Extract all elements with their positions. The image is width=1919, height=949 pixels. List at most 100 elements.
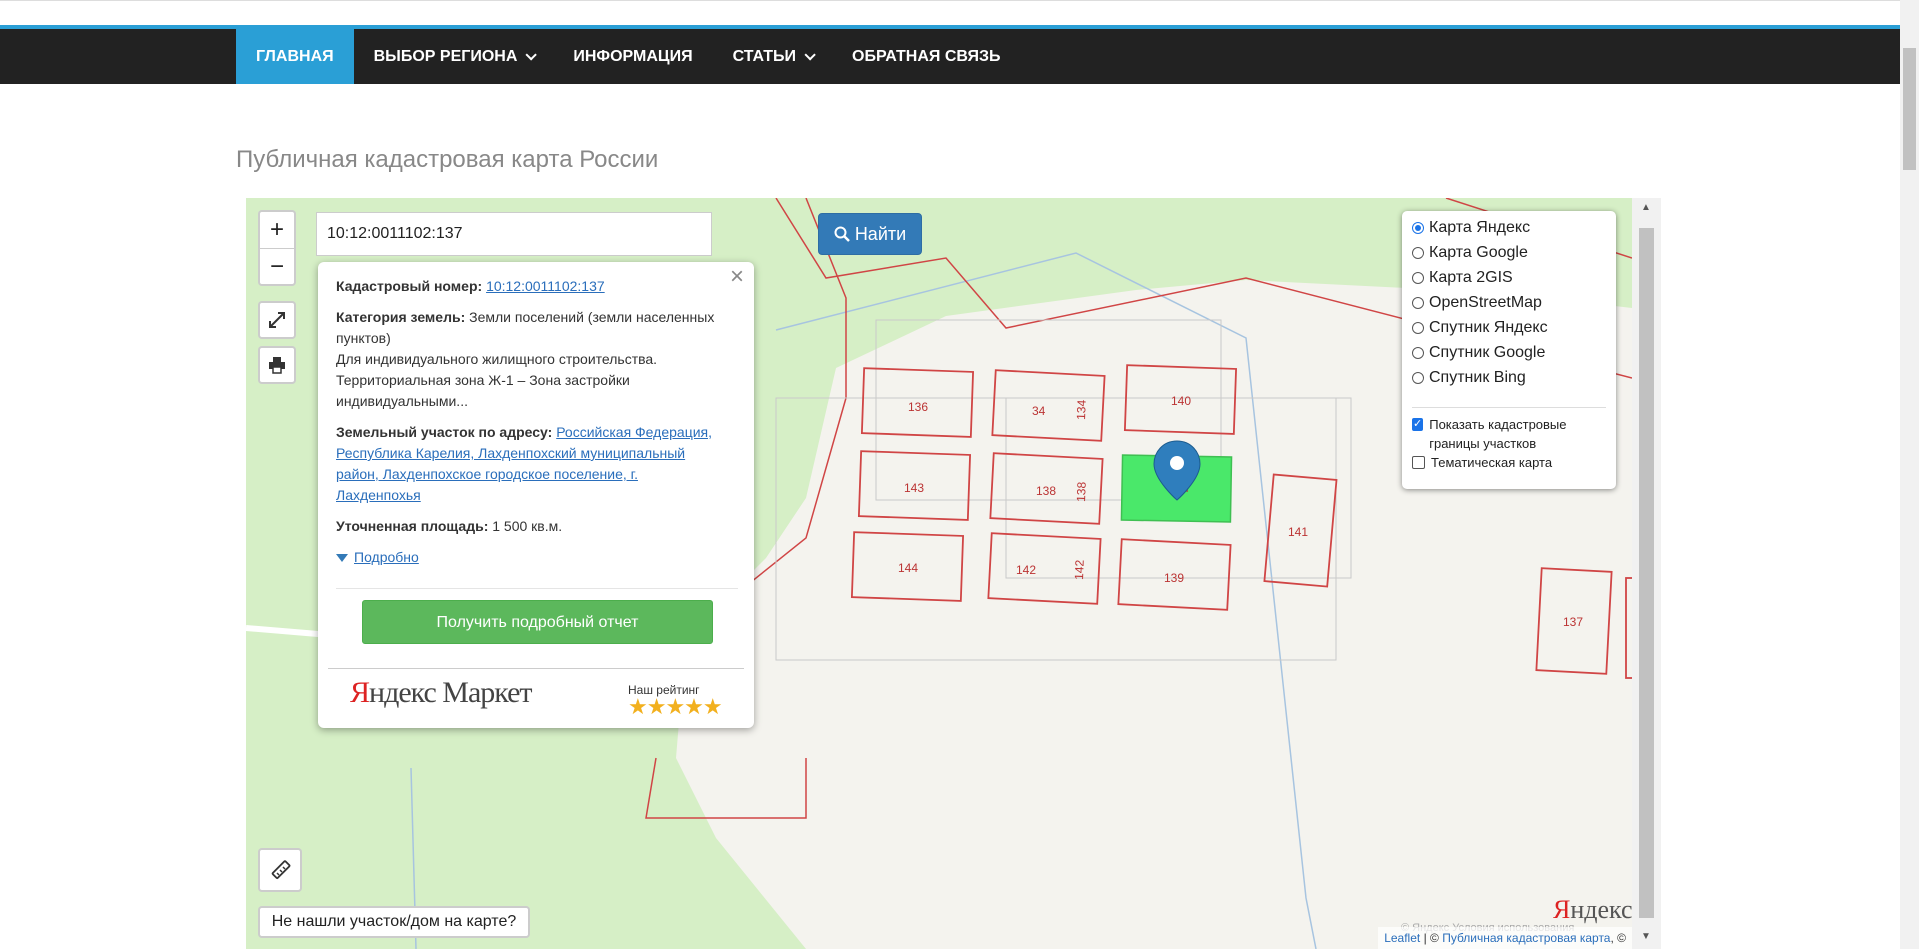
attribution-tail: , © (1610, 931, 1626, 945)
zoom-in-button[interactable]: + (260, 212, 294, 249)
radio-button[interactable] (1412, 222, 1424, 234)
radio-button[interactable] (1412, 322, 1424, 334)
zoom-control: + − (258, 210, 296, 286)
page-scrollbar[interactable] (1900, 0, 1919, 949)
address-label: Земельный участок по адресу: (336, 424, 553, 440)
layer-option-label: Спутник Google (1429, 344, 1546, 361)
parcel-label: 138 (1074, 481, 1089, 502)
nav-item-label: ОБРАТНАЯ СВЯЗЬ (852, 48, 1001, 65)
close-icon[interactable]: × (730, 265, 744, 289)
ruler-icon (271, 860, 291, 879)
nav-item-label: СТАТЬИ (732, 48, 797, 65)
parcel-label: 142 (1072, 559, 1087, 580)
page-title: Публичная кадастровая карта России (236, 146, 659, 173)
logo-letter: Я (350, 676, 370, 709)
parcel-label: 144 (898, 561, 918, 575)
parcel-label: 134 (1074, 399, 1089, 420)
ruler-button[interactable] (258, 848, 302, 892)
nav-item-label: ГЛАВНАЯ (256, 48, 334, 65)
thematic-map-checkbox[interactable]: Тематическая карта (1412, 453, 1552, 472)
chevron-down-icon (525, 48, 538, 61)
attribution-separator: | © (1420, 931, 1443, 945)
map-scrollbar[interactable]: ▲ ▼ (1632, 198, 1661, 949)
nav-item-home[interactable]: ГЛАВНАЯ (236, 29, 354, 84)
divider (336, 588, 738, 589)
checkbox-label: Показать кадастровые границы участков (1429, 417, 1567, 451)
not-found-button[interactable]: Не нашли участок/дом на карте? (258, 906, 530, 938)
checkbox[interactable] (1412, 456, 1425, 469)
scroll-down-icon[interactable]: ▼ (1641, 931, 1651, 942)
nav-item-label: ИНФОРМАЦИЯ (573, 48, 693, 65)
parcel-label: 141 (1288, 525, 1308, 539)
nav-item-info[interactable]: ИНФОРМАЦИЯ (553, 29, 712, 84)
fullscreen-button[interactable] (258, 301, 296, 339)
layer-option-2gis-map[interactable]: Карта 2GIS (1412, 269, 1513, 287)
radio-button[interactable] (1412, 297, 1424, 309)
scroll-up-icon[interactable]: ▲ (1641, 202, 1651, 213)
address-row: Земельный участок по адресу: Российская … (336, 422, 726, 506)
nav-item-feedback[interactable]: ОБРАТНАЯ СВЯЗЬ (832, 29, 1021, 84)
radio-button[interactable] (1412, 347, 1424, 359)
print-button[interactable] (258, 346, 296, 384)
yandex-market-logo[interactable]: Яндекс Маркет (350, 678, 533, 708)
search-button[interactable]: Найти (818, 213, 922, 255)
cadastral-number-row: Кадастровый номер: 10:12:0011102:137 (336, 276, 726, 297)
layer-option-label: Карта Яндекс (1429, 219, 1531, 236)
expand-icon (269, 312, 285, 328)
layer-switcher: Карта Яндекс Карта Google Карта 2GIS Ope… (1402, 211, 1616, 489)
radio-button[interactable] (1412, 372, 1424, 384)
leaflet-link[interactable]: Leaflet (1384, 931, 1420, 945)
search-icon (834, 226, 850, 242)
radio-button[interactable] (1412, 247, 1424, 259)
radio-button[interactable] (1412, 272, 1424, 284)
details-link[interactable]: Подробно (354, 549, 419, 565)
yandex-watermark: Яндекс (1553, 895, 1632, 925)
divider (1412, 407, 1606, 408)
cadastral-number-label: Кадастровый номер: (336, 278, 483, 294)
watermark-letter: Я (1553, 895, 1571, 924)
nav-item-label: ВЫБОР РЕГИОНА (373, 48, 518, 65)
get-report-button[interactable]: Получить подробный отчет (362, 600, 713, 644)
scrollbar-thumb[interactable] (1639, 228, 1654, 918)
cadastral-map-link[interactable]: Публичная кадастровая карта (1442, 931, 1610, 945)
nav-menu: ГЛАВНАЯ ВЫБОР РЕГИОНА ИНФОРМАЦИЯ СТАТЬИ … (236, 29, 1021, 84)
parcel-label: 34 (1032, 404, 1046, 418)
parcel-label: 142 (1016, 563, 1036, 577)
area-value: 1 500 кв.м. (492, 518, 563, 534)
main-navbar: ГЛАВНАЯ ВЫБОР РЕГИОНА ИНФОРМАЦИЯ СТАТЬИ … (0, 25, 1900, 84)
land-category-label: Категория земель: (336, 309, 466, 325)
area-row: Уточненная площадь: 1 500 кв.м. (336, 516, 726, 537)
layer-option-bing-satellite[interactable]: Спутник Bing (1412, 369, 1526, 387)
popup-content: Кадастровый номер: 10:12:0011102:137 Кат… (336, 276, 726, 578)
parcel-label: 143 (904, 481, 924, 495)
scrollbar-thumb[interactable] (1903, 48, 1916, 170)
parcel-label: 137 (1563, 615, 1583, 629)
layer-option-yandex-map[interactable]: Карта Яндекс (1412, 219, 1530, 237)
nav-item-articles[interactable]: СТАТЬИ (713, 29, 832, 84)
layer-option-label: Спутник Яндекс (1429, 319, 1548, 336)
chevron-down-icon (804, 48, 816, 61)
cadastral-search-input[interactable] (316, 212, 712, 256)
zoom-out-button[interactable]: − (260, 249, 294, 285)
show-boundaries-checkbox[interactable]: ✓ Показать кадастровые границы участков (1412, 415, 1602, 453)
cadastral-map[interactable]: 136 34 134 140 143 138 138 137 141 144 1… (246, 198, 1632, 949)
layer-option-label: OpenStreetMap (1429, 294, 1542, 311)
layer-option-google-satellite[interactable]: Спутник Google (1412, 344, 1545, 362)
cadastral-number-link[interactable]: 10:12:0011102:137 (486, 278, 605, 294)
nav-item-region[interactable]: ВЫБОР РЕГИОНА (354, 29, 554, 84)
parcel-label: 136 (908, 400, 928, 414)
logo-text: ндекс Маркет (369, 676, 533, 709)
watermark-text: ндекс (1570, 895, 1632, 924)
layer-option-yandex-satellite[interactable]: Спутник Яндекс (1412, 319, 1548, 337)
layer-option-google-map[interactable]: Карта Google (1412, 244, 1528, 262)
parcel-label: 138 (1036, 484, 1056, 498)
details-toggle[interactable]: Подробно (336, 547, 726, 568)
layer-option-label: Карта Google (1429, 244, 1528, 261)
checkbox[interactable]: ✓ (1412, 418, 1424, 431)
layer-option-osm[interactable]: OpenStreetMap (1412, 294, 1542, 312)
land-category-row: Категория земель: Земли поселений (земли… (336, 307, 726, 412)
parcel-label: 140 (1171, 394, 1191, 408)
map-attribution: Leaflet | © Публичная кадастровая карта,… (1378, 927, 1632, 949)
search-button-label: Найти (854, 223, 907, 244)
divider (328, 668, 744, 669)
